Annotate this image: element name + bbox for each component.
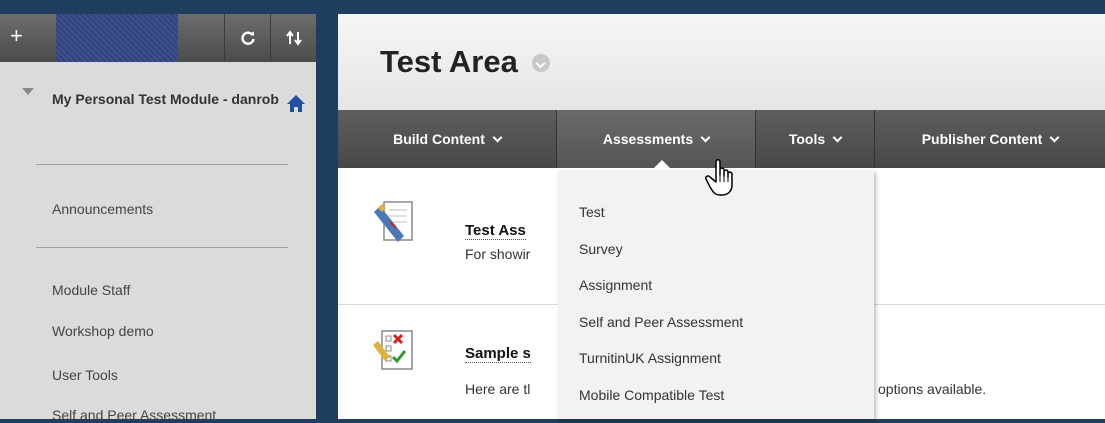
build-content-menu[interactable]: Build Content bbox=[338, 110, 557, 168]
publisher-content-menu[interactable]: Publisher Content bbox=[875, 110, 1105, 168]
refresh-button[interactable] bbox=[224, 14, 271, 62]
chevron-down-icon bbox=[700, 132, 711, 142]
sidebar-item-workshop-demo[interactable]: Workshop demo bbox=[52, 323, 154, 339]
module-banner bbox=[56, 14, 178, 62]
assessments-label: Assessments bbox=[602, 131, 694, 147]
content-item-description: Here are tl bbox=[465, 381, 531, 397]
home-icon[interactable] bbox=[286, 94, 306, 114]
tools-label: Tools bbox=[788, 131, 826, 147]
content-item-title[interactable]: Sample s bbox=[465, 345, 531, 363]
refresh-icon bbox=[241, 31, 255, 45]
sort-arrows-icon bbox=[286, 30, 302, 46]
chevron-down-icon bbox=[492, 132, 503, 142]
content-item-title[interactable]: Test Ass bbox=[465, 222, 526, 240]
page-header: Test Area bbox=[338, 14, 1105, 110]
menu-item-self-and-peer-assessment[interactable]: Self and Peer Assessment bbox=[579, 314, 743, 330]
course-menu-panel: My Personal Test Module - danrob Announc… bbox=[0, 62, 316, 423]
collapse-triangle-icon[interactable] bbox=[22, 88, 34, 95]
menu-item-mobile-compatible-test[interactable]: Mobile Compatible Test bbox=[579, 387, 724, 403]
sidebar-item-module-staff[interactable]: Module Staff bbox=[52, 282, 130, 298]
add-menu-item-button[interactable]: + bbox=[0, 14, 56, 62]
menu-item-assignment[interactable]: Assignment bbox=[579, 277, 652, 293]
content-item-description: For showir bbox=[465, 246, 531, 262]
sidebar-divider bbox=[36, 164, 288, 165]
sidebar-item-self-and-peer-assessment[interactable]: Self and Peer Assessment bbox=[52, 407, 216, 423]
page-title: Test Area bbox=[380, 44, 518, 79]
reorder-button[interactable] bbox=[270, 14, 317, 62]
menu-item-test[interactable]: Test bbox=[579, 204, 605, 220]
tools-menu[interactable]: Tools bbox=[756, 110, 875, 168]
course-menu-sidebar: + My Personal Test Module - danrob Annou… bbox=[0, 0, 316, 423]
menu-pointer bbox=[652, 160, 672, 170]
sidebar-item-user-tools[interactable]: User Tools bbox=[52, 367, 118, 383]
hand-cursor-icon bbox=[705, 159, 733, 196]
module-title[interactable]: My Personal Test Module - danrob bbox=[52, 91, 282, 108]
chevron-down-icon[interactable] bbox=[532, 54, 550, 72]
assessments-dropdown-menu: Test Survey Assignment Self and Peer Ass… bbox=[558, 170, 874, 419]
menu-item-turnitinuk-assignment[interactable]: TurnitinUK Assignment bbox=[579, 350, 721, 366]
chevron-down-icon bbox=[1049, 132, 1060, 142]
build-content-label: Build Content bbox=[393, 131, 485, 147]
menu-item-survey[interactable]: Survey bbox=[579, 241, 623, 257]
publisher-content-label: Publisher Content bbox=[921, 131, 1043, 147]
content-item-description-tail: options available. bbox=[878, 381, 987, 397]
sidebar-item-announcements[interactable]: Announcements bbox=[52, 201, 153, 217]
sidebar-toolbar: + bbox=[0, 14, 316, 62]
chevron-down-icon bbox=[832, 132, 843, 142]
test-icon bbox=[374, 201, 413, 242]
sidebar-divider bbox=[36, 247, 288, 248]
survey-icon bbox=[373, 330, 413, 370]
